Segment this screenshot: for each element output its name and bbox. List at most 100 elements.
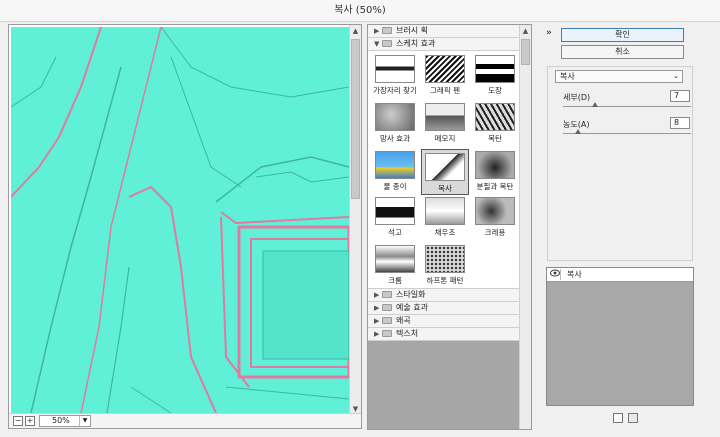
folder-icon	[382, 317, 392, 324]
category-label: 텍스처	[396, 329, 419, 338]
thumb-image	[475, 103, 515, 131]
category-texture[interactable]: ▶ 텍스처	[368, 328, 520, 341]
scrollbar-thumb[interactable]	[351, 39, 360, 199]
thumb-label: 크롬	[388, 276, 402, 285]
thumb-label: 복사	[438, 184, 452, 193]
filter-thumb-graphic-pen[interactable]: 그래픽 펜	[421, 55, 469, 101]
thumb-image	[375, 245, 415, 273]
thumb-label: 물 종이	[383, 182, 407, 191]
darkness-input[interactable]: 8	[670, 117, 690, 129]
folder-icon	[382, 27, 392, 34]
category-sketch[interactable]: ▼ 스케치 효과	[368, 38, 520, 51]
thumb-image	[425, 245, 465, 273]
thumb-label: 분필과 목탄	[476, 182, 514, 191]
thumb-image	[425, 103, 465, 131]
expanded-arrow-icon: ▼	[374, 40, 380, 48]
scroll-up-icon[interactable]: ▲	[520, 25, 531, 37]
filter-thumb-stamp[interactable]: 도장	[471, 55, 519, 101]
detail-input[interactable]: 7	[670, 90, 690, 102]
cancel-button[interactable]: 취소	[561, 45, 684, 59]
collapse-gallery-icon[interactable]: »	[546, 28, 552, 38]
darkness-slider-thumb[interactable]	[575, 129, 582, 134]
zoom-out-button[interactable]: −	[13, 416, 23, 426]
thumb-image	[475, 151, 515, 179]
filter-thumb-reticulation[interactable]: 망사 효과	[371, 103, 419, 149]
window-title: 복사 (50%)	[0, 0, 720, 22]
thumb-label: 망사 효과	[380, 134, 410, 143]
collapsed-arrow-icon: ▶	[374, 317, 380, 325]
category-label: 스케치 효과	[396, 39, 436, 48]
preview-image	[11, 27, 349, 413]
filter-thumb-chrome[interactable]: 크롬	[371, 245, 419, 291]
collapsed-arrow-icon: ▶	[374, 27, 380, 35]
folder-icon	[382, 304, 392, 311]
detail-slider-thumb[interactable]	[592, 102, 598, 107]
thumb-image	[425, 55, 465, 83]
category-label: 예술 효과	[396, 303, 428, 312]
filter-thumb-find-edges[interactable]: 가장자리 찾기	[371, 55, 419, 101]
thumb-image	[375, 197, 415, 225]
preview-vertical-scrollbar[interactable]: ▲ ▼	[349, 25, 361, 415]
category-label: 스타일화	[396, 290, 426, 299]
effect-layer-row[interactable]: 복사	[547, 268, 693, 282]
thumb-label: 가장자리 찾기	[373, 86, 417, 95]
thumb-image	[375, 103, 415, 131]
effect-layer-name: 복사	[567, 270, 582, 279]
thumb-label: 목탄	[488, 134, 502, 143]
filter-thumb-photocopy[interactable]: 복사	[421, 149, 469, 195]
sketch-thumbnails: 가장자리 찾기 그래픽 펜 도장 망사 효과 메모지 목탄 물 종이 복사 분필…	[368, 51, 520, 289]
category-distort[interactable]: ▶ 왜곡	[368, 315, 520, 328]
filter-select-value: 복사	[560, 72, 575, 81]
thumb-image	[375, 55, 415, 83]
folder-icon	[382, 291, 392, 298]
chevron-down-icon: ⌄	[673, 72, 679, 80]
category-stylize[interactable]: ▶ 스타일화	[368, 289, 520, 302]
category-label: 왜곡	[396, 316, 411, 325]
filter-thumb-note-paper[interactable]: 메모지	[421, 103, 469, 149]
ok-button[interactable]: 확인	[561, 28, 684, 42]
gallery-scrollbar[interactable]: ▲	[519, 25, 531, 429]
scroll-up-icon[interactable]: ▲	[350, 25, 361, 37]
category-brush-strokes[interactable]: ▶ 브러시 획	[368, 25, 520, 38]
detail-slider-track[interactable]	[563, 106, 691, 107]
thumb-image	[375, 151, 415, 179]
preview-canvas[interactable]	[11, 27, 349, 413]
filter-select[interactable]: 복사 ⌄	[555, 70, 683, 83]
zoom-select[interactable]: 50% ▼	[39, 415, 91, 427]
category-label: 브러시 획	[396, 26, 428, 35]
zoom-in-button[interactable]: +	[25, 416, 35, 426]
thumb-label: 채우조	[434, 228, 456, 237]
darkness-slider-track[interactable]	[563, 133, 691, 134]
filter-thumb-chalk-charcoal[interactable]: 분필과 목탄	[471, 151, 519, 197]
filter-thumb-plaster[interactable]: 석고	[371, 197, 419, 243]
chevron-down-icon: ▼	[79, 416, 90, 426]
thumb-label: 크레용	[484, 228, 506, 237]
thumb-image	[475, 55, 515, 83]
detail-label: 세부(D)	[563, 93, 591, 102]
thumb-image	[475, 197, 515, 225]
effect-layers-panel: 복사	[546, 267, 694, 406]
collapsed-arrow-icon: ▶	[374, 330, 380, 338]
new-layer-icon[interactable]	[613, 413, 623, 423]
thumb-image	[425, 153, 465, 181]
thumb-label: 석고	[388, 228, 402, 237]
zoom-value: 50%	[52, 416, 70, 425]
collapsed-arrow-icon: ▶	[374, 304, 380, 312]
filter-thumb-bas-relief[interactable]: 채우조	[421, 197, 469, 243]
thumb-label: 그래픽 펜	[430, 86, 460, 95]
filter-thumb-water-paper[interactable]: 물 종이	[371, 151, 419, 197]
thumb-label: 하프톤 패턴	[426, 276, 464, 285]
filter-thumb-halftone-pattern[interactable]: 하프톤 패턴	[421, 245, 469, 291]
preview-panel: ▲ ▼ − + 50% ▼	[8, 24, 362, 429]
thumb-label: 메모지	[434, 134, 456, 143]
filter-thumb-conte-crayon[interactable]: 크레용	[471, 197, 519, 243]
eye-icon[interactable]	[549, 269, 561, 280]
filter-thumb-charcoal[interactable]: 목탄	[471, 103, 519, 149]
category-artistic[interactable]: ▶ 예술 효과	[368, 302, 520, 315]
trash-icon[interactable]	[628, 413, 638, 423]
preview-zoom-bar: − + 50% ▼	[9, 413, 361, 428]
collapsed-arrow-icon: ▶	[374, 291, 380, 299]
thumb-image	[425, 197, 465, 225]
scrollbar-thumb[interactable]	[521, 39, 530, 65]
folder-icon	[382, 330, 392, 337]
